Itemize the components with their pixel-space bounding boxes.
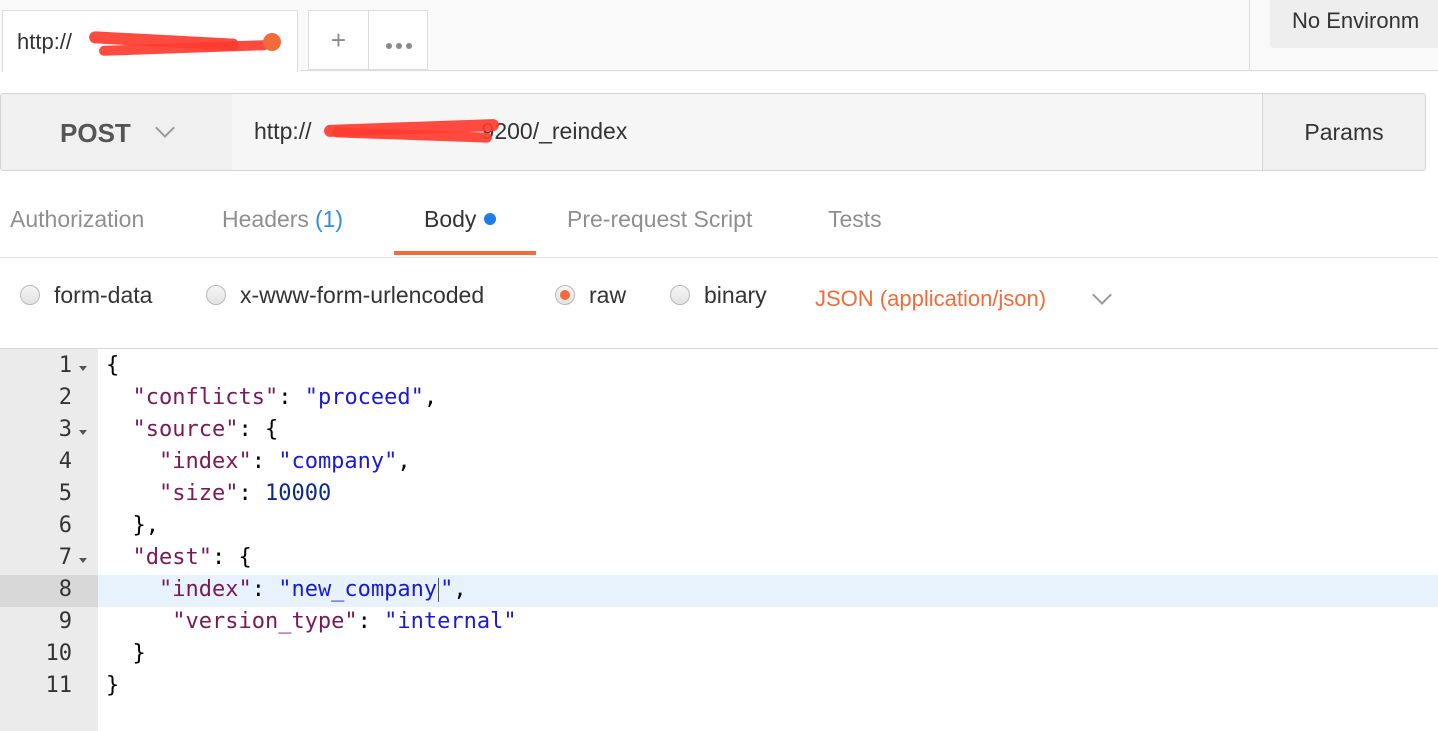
unsaved-changes-dot — [263, 33, 281, 51]
url-suffix: 9200/_reindex — [481, 118, 628, 144]
url-input[interactable]: http:// 9200/_reindex — [232, 93, 1264, 171]
active-tab-indicator — [394, 251, 536, 255]
line-number: 9 — [58, 609, 72, 634]
fold-arrow-icon[interactable] — [79, 558, 87, 563]
environment-divider — [1249, 0, 1250, 71]
text-cursor — [438, 578, 440, 602]
line-number: 6 — [58, 513, 72, 538]
more-tabs-button[interactable] — [369, 11, 428, 69]
code-line: "version_type": "internal" — [172, 609, 517, 634]
new-tab-button[interactable]: + — [309, 11, 369, 69]
tab-pre-request-script[interactable]: Pre-request Script — [567, 206, 752, 233]
request-tabs: Authorization Headers (1) Body Pre-reques… — [0, 196, 1438, 258]
code-line: { — [106, 353, 120, 378]
fold-arrow-icon[interactable] — [79, 430, 87, 435]
line-number: 10 — [45, 641, 73, 666]
fold-arrow-icon[interactable] — [79, 366, 87, 371]
chevron-down-icon — [155, 118, 175, 138]
radio-label: binary — [704, 282, 767, 308]
request-tab-active[interactable]: http:// — [2, 10, 298, 72]
line-number: 4 — [58, 449, 72, 474]
code-line: "conflicts": "proceed", — [132, 385, 438, 410]
request-tab-label: http:// — [17, 29, 73, 54]
tab-body[interactable]: Body — [424, 206, 497, 233]
tab-body-label: Body — [424, 206, 477, 232]
radio-label: x-www-form-urlencoded — [240, 282, 485, 308]
radio-label: raw — [589, 282, 627, 308]
content-type-selector[interactable]: JSON (application/json) — [815, 286, 1046, 312]
method-label: POST — [60, 118, 131, 148]
request-url-bar: POST http:// 9200/_reindex Params — [0, 93, 1426, 171]
tab-actions: + — [308, 10, 428, 70]
radio-button[interactable] — [670, 285, 690, 305]
more-dots-icon — [384, 25, 414, 56]
environment-selector[interactable]: No Environm — [1270, 0, 1438, 48]
params-button[interactable]: Params — [1262, 93, 1426, 171]
line-number: 2 — [58, 385, 72, 410]
method-selector[interactable]: POST — [0, 93, 233, 171]
line-number: 1 — [58, 353, 72, 378]
line-number: 7 — [58, 545, 72, 570]
tab-headers-label: Headers — [222, 206, 309, 232]
radio-button[interactable] — [20, 285, 40, 305]
line-number: 3 — [58, 417, 72, 442]
radio-label: form-data — [54, 282, 153, 308]
radio-button-selected[interactable] — [555, 285, 575, 305]
line-number: 11 — [45, 673, 73, 698]
tab-headers[interactable]: Headers (1) — [222, 206, 343, 233]
plus-icon: + — [330, 24, 347, 55]
body-modified-dot — [484, 212, 497, 225]
code-line: }, — [132, 513, 160, 538]
radio-button[interactable] — [206, 285, 226, 305]
tab-authorization[interactable]: Authorization — [10, 206, 144, 233]
line-number: 5 — [58, 481, 72, 506]
code-line: "dest": { — [132, 545, 252, 570]
code-line: "size": 10000 — [158, 481, 332, 506]
body-type-options: form-data x-www-form-urlencoded raw bina… — [0, 270, 1438, 330]
body-editor[interactable]: 1 2 3 4 5 6 7 8 9 10 11 { "conflicts": "… — [0, 348, 1438, 731]
code-line: "source": { — [132, 417, 279, 442]
code-line: } — [132, 641, 146, 666]
headers-count-badge: (1) — [314, 206, 344, 232]
content-type-label: JSON (application/json) — [815, 286, 1047, 311]
tab-bar-divider — [300, 70, 1438, 71]
tab-bar: http:// + No Environm — [0, 0, 1438, 72]
tab-tests[interactable]: Tests — [828, 206, 882, 233]
code-line: } — [106, 673, 120, 698]
line-number-active: 8 — [58, 577, 72, 602]
code-line: "index": "company", — [158, 449, 411, 474]
chevron-down-icon[interactable] — [1092, 285, 1112, 305]
url-prefix: http:// — [254, 118, 312, 144]
code-line-active: "index": "new_company ", — [158, 577, 467, 602]
